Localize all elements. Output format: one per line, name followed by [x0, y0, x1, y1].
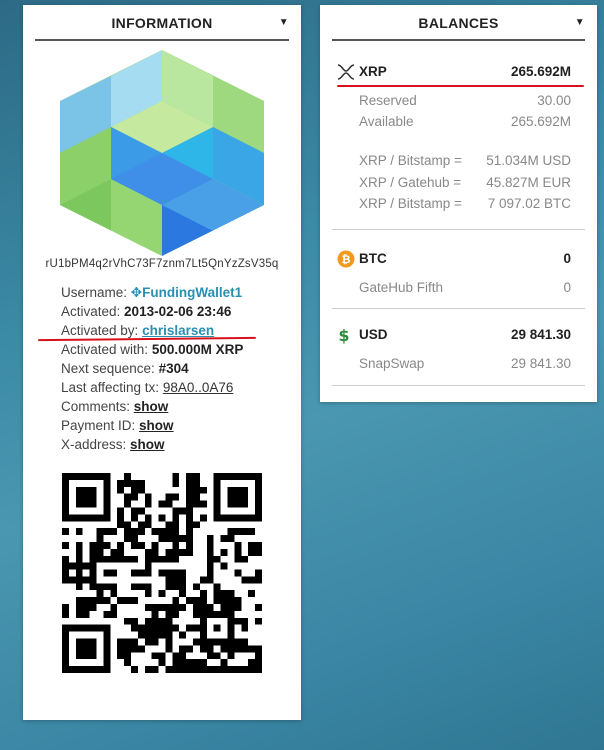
last-tx-row: Last affecting tx: 98A0..0A76: [61, 378, 296, 397]
information-header: INFORMATION ▼: [35, 5, 289, 41]
rate-value: 7 097.02 BTC: [487, 196, 571, 211]
activated-by-link[interactable]: chrislarsen: [142, 323, 214, 338]
usd-balance-row[interactable]: $ USD 29 841.30: [337, 325, 581, 345]
payment-id-row: Payment ID: show: [61, 416, 296, 435]
dollar-icon: $: [338, 326, 349, 344]
x-address-show-link[interactable]: show: [130, 437, 165, 452]
rate-row: XRP / Bitstamp = 7 097.02 BTC: [337, 194, 581, 214]
divider: [332, 229, 585, 230]
comments-row: Comments: show: [61, 397, 296, 416]
balances-title: BALANCES: [418, 15, 499, 31]
caret-down-icon[interactable]: ▼: [279, 5, 289, 41]
rate-row: XRP / Bitstamp = 51.034M USD: [337, 151, 581, 171]
x-address-label: X-address:: [61, 437, 127, 452]
xrp-reserved-value: 30.00: [537, 93, 571, 108]
next-sequence-label: Next sequence:: [61, 361, 155, 376]
payment-id-show-link[interactable]: show: [139, 418, 174, 433]
activated-label: Activated:: [61, 304, 121, 319]
xrp-icon: [337, 64, 355, 80]
rate-label: XRP / Gatehub =: [359, 175, 462, 190]
svg-text:$: $: [338, 326, 349, 344]
xrp-available-value: 265.692M: [510, 114, 571, 129]
rate-label: XRP / Bitstamp =: [359, 196, 462, 211]
ripple-icon: ✥: [130, 285, 143, 300]
username-row: Username: ✥FundingWallet1: [61, 283, 296, 302]
btc-total: 0: [563, 251, 571, 266]
username-label: Username:: [61, 285, 128, 300]
account-address: rU1bPM4q2rVhC73F7znm7Lt5QnYzZsV35q: [45, 258, 279, 270]
last-tx-label: Last affecting tx:: [61, 380, 160, 395]
btc-issuer-row: GateHub Fifth 0: [337, 278, 581, 298]
xrp-reserved-row: Reserved 30.00: [337, 91, 581, 111]
xrp-available-label: Available: [359, 114, 414, 129]
usd-currency: USD: [359, 327, 388, 342]
information-panel: INFORMATION ▼ rU1bPM4q2rVhC73F7znm7Lt5Qn…: [23, 5, 301, 720]
qr-code: [62, 473, 262, 673]
activated-with-row: Activated with: 500.000M XRP: [61, 340, 296, 359]
rate-value: 51.034M USD: [486, 153, 571, 168]
account-identicon: [60, 50, 264, 256]
activated-value: 2013-02-06 23:46: [124, 304, 232, 319]
username-value[interactable]: FundingWallet1: [142, 285, 242, 300]
activated-with-label: Activated with:: [61, 342, 149, 357]
x-address-row: X-address: show: [61, 435, 296, 454]
comments-label: Comments:: [61, 399, 131, 414]
btc-issuer-value: 0: [563, 280, 571, 295]
balances-header: BALANCES ▼: [332, 5, 585, 41]
comments-show-link[interactable]: show: [134, 399, 169, 414]
information-title: INFORMATION: [111, 15, 213, 31]
rate-row: XRP / Gatehub = 45.827M EUR: [337, 173, 581, 193]
btc-issuer[interactable]: GateHub Fifth: [359, 278, 443, 298]
rate-label: XRP / Bitstamp =: [359, 153, 462, 168]
divider: [332, 385, 585, 386]
next-sequence-value: #304: [158, 361, 189, 376]
balances-panel: BALANCES ▼ XRP 265.692M Reserved 30.00 A…: [320, 5, 597, 402]
caret-down-icon[interactable]: ▼: [575, 5, 585, 41]
xrp-total: 265.692M: [510, 64, 571, 79]
usd-total: 29 841.30: [510, 327, 571, 342]
xrp-currency: XRP: [359, 64, 387, 79]
usd-issuer-value: 29 841.30: [510, 356, 571, 371]
xrp-available-row: Available 265.692M: [337, 112, 581, 132]
btc-currency: BTC: [359, 251, 387, 266]
svg-text:₿: ₿: [342, 253, 351, 266]
xrp-reserved-label: Reserved: [359, 93, 417, 108]
activated-row: Activated: 2013-02-06 23:46: [61, 302, 296, 321]
usd-issuer[interactable]: SnapSwap: [359, 354, 424, 374]
usd-issuer-row: SnapSwap 29 841.30: [337, 354, 581, 374]
xrp-balance-row[interactable]: XRP 265.692M: [337, 62, 581, 82]
divider: [332, 308, 585, 309]
bitcoin-icon: ₿: [337, 250, 355, 268]
account-info-list: Username: ✥FundingWallet1 Activated: 201…: [61, 283, 296, 454]
payment-id-label: Payment ID:: [61, 418, 136, 433]
rate-value: 45.827M EUR: [486, 175, 571, 190]
btc-balance-row[interactable]: ₿ BTC 0: [337, 249, 581, 269]
next-sequence-row: Next sequence: #304: [61, 359, 296, 378]
annotation-underline-xrp: [337, 85, 584, 87]
activated-by-label: Activated by:: [61, 323, 139, 338]
last-tx-link[interactable]: 98A0..0A76: [163, 380, 234, 395]
activated-with-value: 500.000M XRP: [151, 342, 244, 357]
